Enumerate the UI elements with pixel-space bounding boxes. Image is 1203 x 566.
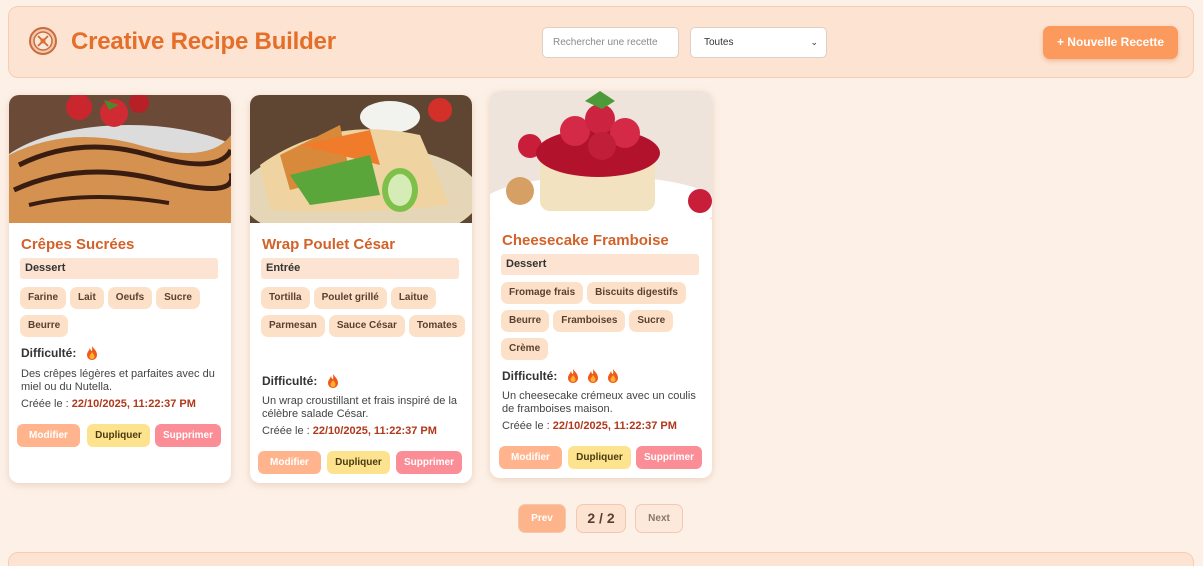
recipe-description: Un cheesecake crémeux avec un coulis de …: [502, 390, 696, 415]
created-date: Créée le : 22/10/2025, 11:22:37 PM: [502, 420, 677, 432]
recipe-card: Wrap Poulet César Entrée Tortilla Poulet…: [250, 95, 472, 483]
created-prefix: Créée le :: [502, 420, 550, 432]
ingredient-tag: Beurre: [501, 310, 550, 332]
created-prefix: Créée le :: [262, 425, 310, 437]
ingredient-tags: Fromage frais Biscuits digestifs Beurre …: [501, 282, 706, 360]
recipe-title: Wrap Poulet César: [262, 236, 396, 253]
ingredient-tag: Sucre: [156, 287, 200, 309]
created-date: Créée le : 22/10/2025, 11:22:37 PM: [21, 398, 196, 410]
ingredient-tag: Laitue: [390, 287, 437, 309]
difficulty-label: Difficulté:: [262, 374, 318, 388]
ingredient-tag: Oeufs: [107, 287, 153, 309]
flame-icon: [86, 346, 98, 365]
difficulty-rating: [327, 374, 339, 393]
duplicate-button[interactable]: Dupliquer: [327, 451, 390, 474]
created-prefix: Créée le :: [21, 398, 69, 410]
recipe-category: Dessert: [20, 258, 218, 279]
recipe-description: Des crêpes légères et parfaites avec du …: [21, 368, 215, 393]
recipe-card: Crêpes Sucrées Dessert Farine Lait Oeufs…: [9, 95, 231, 483]
flame-icon: [607, 369, 619, 388]
recipe-description: Un wrap croustillant et frais inspiré de…: [262, 395, 458, 420]
ingredient-tag: Fromage frais: [501, 282, 584, 304]
wrap-image: [250, 95, 472, 223]
ingredient-tag: Sauce César: [328, 315, 405, 337]
modify-button[interactable]: Modifier: [17, 424, 80, 447]
ingredient-tag: Crème: [501, 338, 549, 360]
modify-button[interactable]: Modifier: [258, 451, 321, 474]
delete-button[interactable]: Supprimer: [396, 451, 462, 474]
new-recipe-button[interactable]: + Nouvelle Recette: [1043, 26, 1178, 59]
ingredient-tags: Tortilla Poulet grillé Laitue Parmesan S…: [261, 287, 466, 337]
chevron-down-icon: ⌄: [810, 37, 818, 47]
recipe-title: Crêpes Sucrées: [21, 236, 135, 253]
ingredient-tag: Sucre: [629, 310, 674, 332]
duplicate-button[interactable]: Dupliquer: [87, 424, 150, 447]
ingredient-tag: Tomates: [408, 315, 466, 337]
difficulty-rating: [567, 369, 619, 388]
modify-button[interactable]: Modifier: [499, 446, 562, 469]
delete-button[interactable]: Supprimer: [155, 424, 221, 447]
category-filter-select[interactable]: Toutes ⌄: [690, 27, 827, 58]
difficulty-label: Difficulté:: [502, 369, 558, 383]
recipe-title: Cheesecake Framboise: [502, 232, 669, 249]
ingredient-tag: Parmesan: [261, 315, 325, 337]
ingredient-tag: Tortilla: [261, 287, 310, 309]
prev-page-button[interactable]: Prev: [518, 504, 566, 533]
ingredient-tag: Framboises: [553, 310, 626, 332]
cheesecake-image: [490, 91, 712, 219]
page-indicator: 2 / 2: [576, 504, 626, 533]
flame-icon: [587, 369, 599, 388]
duplicate-button[interactable]: Dupliquer: [568, 446, 631, 469]
ingredient-tag: Farine: [20, 287, 67, 309]
ingredient-tag: Biscuits digestifs: [587, 282, 686, 304]
flame-icon: [567, 369, 579, 388]
created-date: Créée le : 22/10/2025, 11:22:37 PM: [262, 425, 437, 437]
difficulty-rating: [86, 346, 98, 365]
app-title: Creative Recipe Builder: [71, 28, 336, 55]
ingredient-tags: Farine Lait Oeufs Sucre Beurre: [20, 287, 225, 337]
recipe-category: Entrée: [261, 258, 459, 279]
ingredient-tag: Beurre: [20, 315, 69, 337]
ingredient-tag: Poulet grillé: [313, 287, 387, 309]
delete-button[interactable]: Supprimer: [636, 446, 702, 469]
header-bar: Creative Recipe Builder Rechercher une r…: [8, 6, 1194, 78]
recipe-card: Cheesecake Framboise Dessert Fromage fra…: [490, 91, 712, 478]
difficulty-label: Difficulté:: [21, 346, 77, 360]
recipe-logo-icon: [29, 27, 57, 55]
created-value: 22/10/2025, 11:22:37 PM: [71, 398, 196, 410]
flame-icon: [327, 374, 339, 393]
ingredient-tag: Lait: [70, 287, 104, 309]
search-input[interactable]: Rechercher une recette: [542, 27, 679, 58]
created-value: 22/10/2025, 11:22:37 PM: [552, 420, 677, 432]
recipe-category: Dessert: [501, 254, 699, 275]
next-page-button[interactable]: Next: [635, 504, 683, 533]
footer-bar: [8, 552, 1194, 566]
crepes-image: [9, 95, 231, 223]
category-filter-value: Toutes: [704, 37, 734, 48]
created-value: 22/10/2025, 11:22:37 PM: [312, 425, 437, 437]
